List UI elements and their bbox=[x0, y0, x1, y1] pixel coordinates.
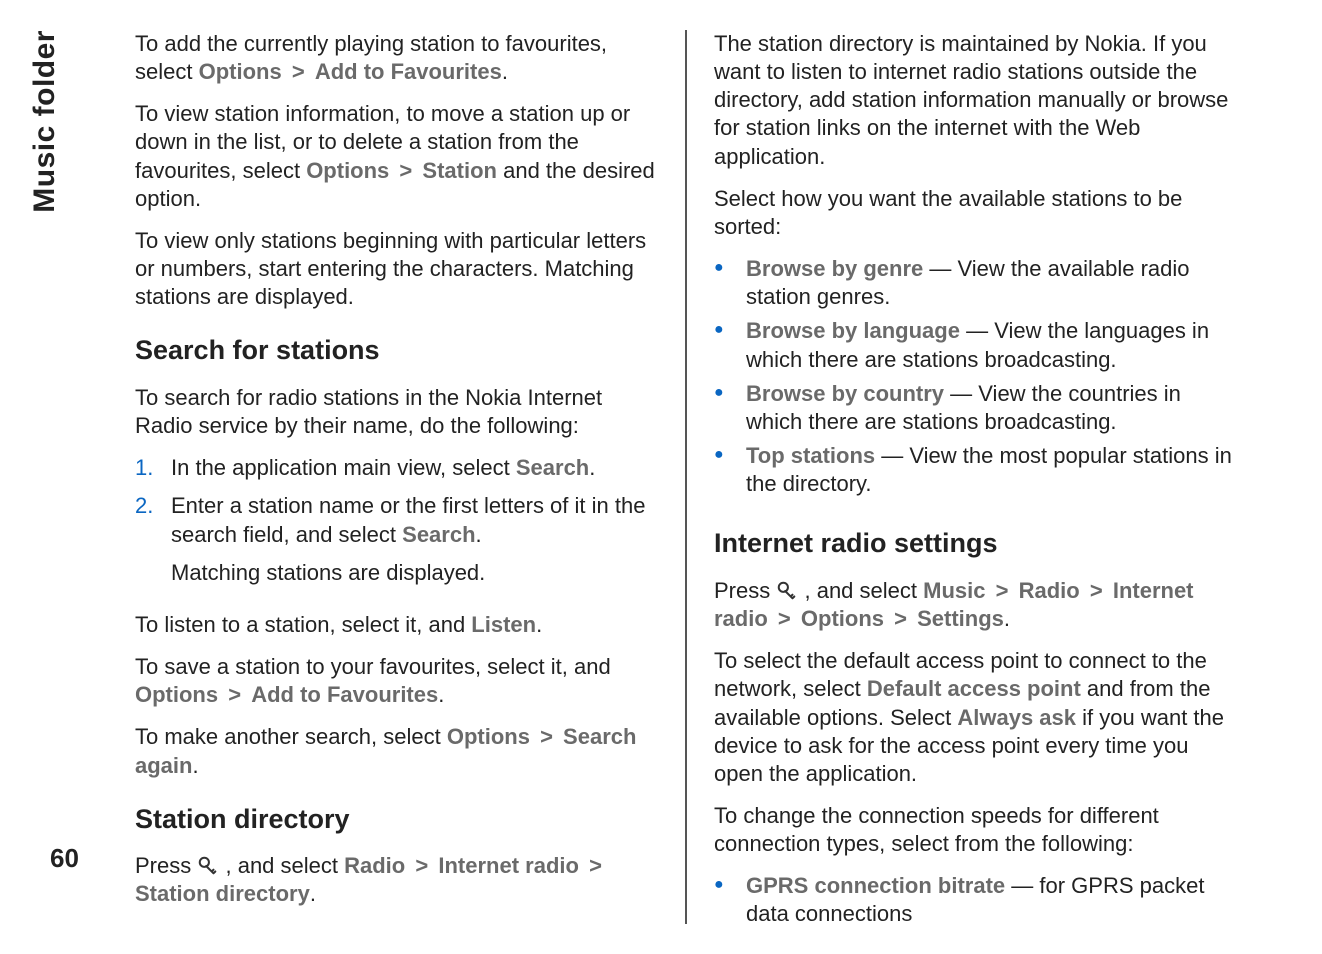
heading-search-for-stations: Search for stations bbox=[135, 333, 658, 368]
breadcrumb-separator: > bbox=[411, 853, 432, 878]
sort-options-list: Browse by genre — View the available rad… bbox=[714, 255, 1237, 504]
column-divider bbox=[685, 30, 687, 924]
always-ask-link: Always ask bbox=[957, 705, 1076, 730]
breadcrumb-separator: > bbox=[395, 158, 416, 183]
radio-link: Radio bbox=[1019, 578, 1080, 603]
text: , and select bbox=[804, 578, 923, 603]
search-steps-list: 1. In the application main view, select … bbox=[135, 454, 658, 597]
text: Press bbox=[714, 578, 776, 603]
list-item: Browse by country — View the countries i… bbox=[714, 380, 1237, 436]
text: Matching stations are displayed. bbox=[171, 560, 485, 585]
page-number: 60 bbox=[50, 843, 79, 874]
menu-key-icon bbox=[776, 580, 798, 602]
para-search-intro: To search for radio stations in the Noki… bbox=[135, 384, 658, 440]
list-item: 2. Enter a station name or the first let… bbox=[135, 492, 658, 586]
para-station-directory-path: Press , and select Radio > Internet radi… bbox=[135, 852, 658, 908]
para-save-favourite: To save a station to your favourites, se… bbox=[135, 653, 658, 709]
internet-radio-link: Internet radio bbox=[438, 853, 579, 878]
left-column: To add the currently playing station to … bbox=[110, 30, 683, 924]
top-stations-link: Top stations bbox=[746, 443, 875, 468]
station-directory-link: Station directory bbox=[135, 881, 310, 906]
breadcrumb-separator: > bbox=[1086, 578, 1107, 603]
station-link: Station bbox=[422, 158, 497, 183]
para-default-access-point: To select the default access point to co… bbox=[714, 647, 1237, 788]
breadcrumb-separator: > bbox=[224, 682, 245, 707]
text: . bbox=[310, 881, 316, 906]
add-to-favourites-link: Add to Favourites bbox=[251, 682, 438, 707]
browse-by-country-link: Browse by country bbox=[746, 381, 944, 406]
menu-key-icon bbox=[197, 855, 219, 877]
text: , and select bbox=[225, 853, 344, 878]
text: . bbox=[1004, 606, 1010, 631]
options-link: Options bbox=[801, 606, 884, 631]
options-link: Options bbox=[447, 724, 530, 749]
right-column: The station directory is maintained by N… bbox=[689, 30, 1262, 924]
browse-by-genre-link: Browse by genre bbox=[746, 256, 923, 281]
list-item: Browse by language — View the languages … bbox=[714, 317, 1237, 373]
breadcrumb-separator: > bbox=[585, 853, 606, 878]
browse-by-language-link: Browse by language bbox=[746, 318, 960, 343]
para-filter-stations: To view only stations beginning with par… bbox=[135, 227, 658, 311]
text: To make another search, select bbox=[135, 724, 447, 749]
para-settings-path: Press , and select Music > Radio > Inter… bbox=[714, 577, 1237, 633]
options-link: Options bbox=[199, 59, 282, 84]
options-link: Options bbox=[135, 682, 218, 707]
add-to-favourites-link: Add to Favourites bbox=[315, 59, 502, 84]
options-link: Options bbox=[306, 158, 389, 183]
settings-link: Settings bbox=[917, 606, 1004, 631]
text: . bbox=[192, 753, 198, 778]
para-directory-info: The station directory is maintained by N… bbox=[714, 30, 1237, 171]
gprs-bitrate-link: GPRS connection bitrate bbox=[746, 873, 1005, 898]
text: Press bbox=[135, 853, 197, 878]
text: . bbox=[536, 612, 542, 637]
para-sort-intro: Select how you want the available statio… bbox=[714, 185, 1237, 241]
radio-link: Radio bbox=[344, 853, 405, 878]
default-access-point-link: Default access point bbox=[867, 676, 1081, 701]
connection-bitrate-list: GPRS connection bitrate — for GPRS packe… bbox=[714, 872, 1237, 934]
heading-internet-radio-settings: Internet radio settings bbox=[714, 526, 1237, 561]
text: . bbox=[476, 522, 482, 547]
search-link: Search bbox=[516, 455, 589, 480]
para-station-info: To view station information, to move a s… bbox=[135, 100, 658, 213]
step-number: 2. bbox=[135, 492, 157, 586]
text: . bbox=[589, 455, 595, 480]
list-item: GPRS connection bitrate — for GPRS packe… bbox=[714, 872, 1237, 928]
step-number: 1. bbox=[135, 454, 157, 482]
breadcrumb-separator: > bbox=[536, 724, 557, 749]
breadcrumb-separator: > bbox=[774, 606, 795, 631]
para-listen: To listen to a station, select it, and L… bbox=[135, 611, 658, 639]
search-link: Search bbox=[402, 522, 475, 547]
music-link: Music bbox=[923, 578, 985, 603]
text: To listen to a station, select it, and bbox=[135, 612, 471, 637]
breadcrumb-separator: > bbox=[890, 606, 911, 631]
para-connection-speeds: To change the connection speeds for diff… bbox=[714, 802, 1237, 858]
text: . bbox=[502, 59, 508, 84]
heading-station-directory: Station directory bbox=[135, 802, 658, 837]
para-search-again: To make another search, select Options >… bbox=[135, 723, 658, 779]
breadcrumb-separator: > bbox=[288, 59, 309, 84]
breadcrumb-separator: > bbox=[992, 578, 1013, 603]
text: . bbox=[438, 682, 444, 707]
content-columns: To add the currently playing station to … bbox=[110, 30, 1262, 924]
list-item: 1. In the application main view, select … bbox=[135, 454, 658, 482]
text: To save a station to your favourites, se… bbox=[135, 654, 611, 679]
listen-link: Listen bbox=[471, 612, 536, 637]
section-label: Music folder bbox=[28, 30, 62, 213]
para-add-favourites: To add the currently playing station to … bbox=[135, 30, 658, 86]
text: In the application main view, select bbox=[171, 455, 516, 480]
list-item: Browse by genre — View the available rad… bbox=[714, 255, 1237, 311]
manual-page: Music folder 60 To add the currently pla… bbox=[0, 0, 1322, 954]
list-item: Top stations — View the most popular sta… bbox=[714, 442, 1237, 498]
